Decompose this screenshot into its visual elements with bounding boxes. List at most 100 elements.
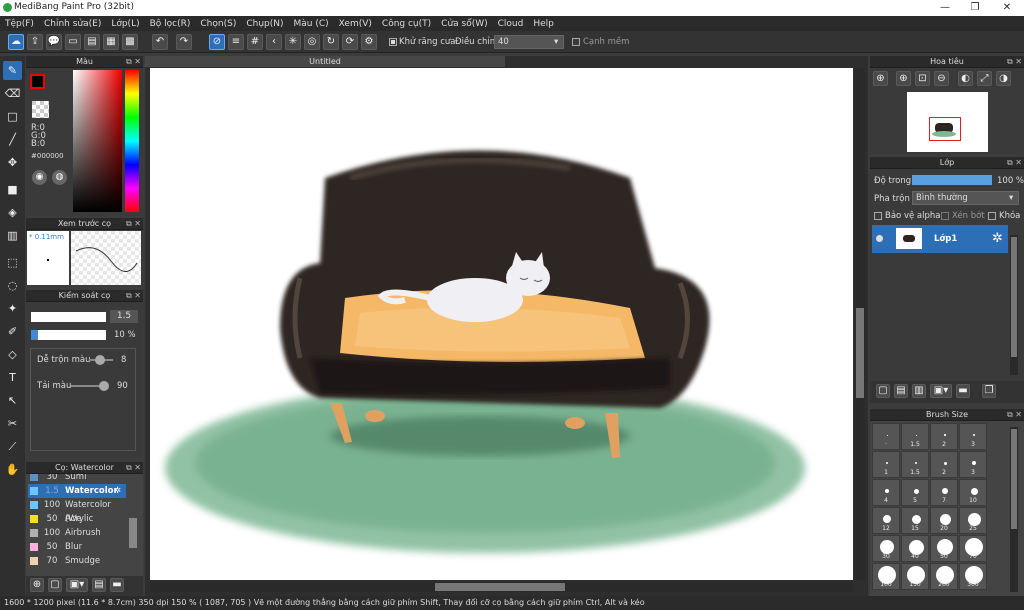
rotate-right-icon[interactable]: ◑ [996,71,1011,86]
brush-size-option[interactable]: 200 [930,563,958,590]
brush-size-option[interactable]: 1 [872,451,900,478]
folder-icon[interactable]: ▬ [110,578,124,592]
snap-off-icon[interactable]: ⊘ [209,34,225,50]
detach-icon[interactable]: ⧉ ✕ [126,56,141,68]
menu-file[interactable]: Tệp(F) [0,19,39,29]
brush-size-option[interactable]: 10 [959,479,987,506]
detach-icon[interactable]: ⧉ ✕ [126,290,141,302]
brush-size-option[interactable]: 2 [930,423,958,450]
parallel-snap-icon[interactable]: ≡ [228,34,244,50]
brush-size-option[interactable]: 30 [872,535,900,562]
copy-brush-icon[interactable]: ▤ [92,578,106,592]
bucket-tool-icon[interactable]: ◈ [3,203,22,222]
canvas-tab[interactable]: Untitled [145,56,505,67]
brush-size-option[interactable]: · [872,423,900,450]
list-item[interactable]: 30 Sumi [28,474,126,484]
navigator-preview[interactable] [907,92,988,152]
menu-tools[interactable]: Công cụ(T) [377,19,436,29]
protect-alpha-checkbox[interactable] [874,212,882,220]
eraser-tool-icon[interactable]: ⌫ [3,84,22,103]
gear-icon[interactable]: ✲ [992,231,1003,246]
flip-icon[interactable]: ⤢ [977,71,992,86]
undo-icon[interactable]: ↶ [152,34,168,50]
menu-filter[interactable]: Bộ lọc(R) [145,19,196,29]
menu-edit[interactable]: Chỉnh sửa(E) [39,19,106,29]
layer-scrollbar[interactable] [1010,235,1018,375]
operation-tool-icon[interactable]: ↖ [3,391,22,410]
detach-icon[interactable]: ⧉ ✕ [1007,157,1022,169]
ellipse-snap-icon[interactable]: ⟳ [342,34,358,50]
new-layer-icon[interactable]: ▢ [876,384,890,398]
folder-icon[interactable]: ▬ [956,384,970,398]
paint-load-slider[interactable] [71,381,109,391]
list-item[interactable]: 70 Smudge [28,554,126,568]
drawing-canvas[interactable] [150,68,853,580]
zoom-out-icon[interactable]: ⊖ [934,71,949,86]
adjust-dropdown[interactable]: 40 ▾ [494,35,564,49]
gradient-tool-icon[interactable]: ▥ [3,226,22,245]
brush-size-option[interactable]: 12 [872,507,900,534]
saturation-value-picker[interactable] [73,70,122,212]
comment-icon[interactable]: ▭ [65,34,81,50]
lock-checkbox[interactable] [988,212,996,220]
brush-size-option[interactable]: 5 [901,479,929,506]
vertical-scrollbar[interactable] [855,68,865,580]
fill-rect-tool-icon[interactable]: ■ [3,180,22,199]
duplicate-layer-icon[interactable]: ❐ [982,384,996,398]
brush-size-option[interactable]: 70 [959,535,987,562]
upload-icon[interactable]: ⇪ [27,34,43,50]
brush-size-option[interactable]: 7 [930,479,958,506]
horizontal-scroll-thumb[interactable] [435,583,565,591]
hue-slider[interactable] [125,70,139,212]
detach-icon[interactable]: ⧉ ✕ [1007,56,1022,68]
magic-wand-tool-icon[interactable]: ✦ [3,299,22,318]
palette-icon[interactable]: ◉ [32,170,47,185]
antialias-checkbox[interactable] [389,38,397,46]
brush-size-option[interactable]: 1.5 [901,423,929,450]
viewport-indicator[interactable] [929,117,961,141]
menu-layer[interactable]: Lớp(L) [106,19,144,29]
minimize-button[interactable]: — [930,0,960,16]
menu-select[interactable]: Chọn(S) [195,19,241,29]
layer-row[interactable]: Lớp1 ✲ [872,225,1008,253]
menu-view[interactable]: Xem(V) [334,19,377,29]
brush-size-option[interactable]: 100 [872,563,900,590]
brush-list-scrollbar[interactable] [129,518,137,548]
redo-icon[interactable]: ↷ [176,34,192,50]
color-set-icon[interactable]: ◍ [52,170,67,185]
eyedropper-tool-icon[interactable]: ⟋ [3,437,22,456]
brush-size-option[interactable]: 50 [930,535,958,562]
soft-edge-checkbox[interactable] [572,38,580,46]
menu-help[interactable]: Help [528,19,559,29]
brush-size-slider[interactable] [31,312,106,322]
circle-snap-icon[interactable]: ◎ [304,34,320,50]
brush-size-option[interactable]: 4 [872,479,900,506]
brush-size-option[interactable]: 20 [930,507,958,534]
list-item-selected[interactable]: 1.5 Watercolor ✲ [28,484,126,498]
gear-icon[interactable]: ✲ [114,484,121,498]
select-pen-tool-icon[interactable]: ✐ [3,322,22,341]
brush-size-option[interactable]: 150 [901,563,929,590]
menu-window[interactable]: Cửa sổ(W) [436,19,492,29]
select-eraser-tool-icon[interactable]: ◇ [3,345,22,364]
blend-slider[interactable] [89,355,113,365]
menu-cloud[interactable]: Cloud [493,19,529,29]
brush-size-option[interactable]: 3 [959,451,987,478]
close-button[interactable]: ✕ [992,0,1022,16]
curve-snap-icon[interactable]: ↻ [323,34,339,50]
lasso-tool-icon[interactable]: ◌ [3,276,22,295]
layer-opacity-slider[interactable] [912,175,992,185]
text-tool-icon[interactable]: T [3,368,22,387]
brush-opacity-slider[interactable] [31,330,106,340]
brush-size-option[interactable]: 1.5 [901,451,929,478]
brush-size-option[interactable]: 2 [930,451,958,478]
brush-size-option[interactable]: 300 [959,563,987,590]
divide-tool-icon[interactable]: ✂ [3,414,22,433]
brush-menu-icon[interactable]: ▣▾ [66,578,88,592]
zoom-in-icon[interactable]: ⊕ [873,71,888,86]
add-brush-icon[interactable]: ⊕ [30,578,44,592]
speech-bubble-icon[interactable]: 💬 [46,34,62,50]
detach-icon[interactable]: ⧉ ✕ [126,462,141,474]
eye-icon[interactable] [876,235,883,242]
grid-icon[interactable]: ▩ [122,34,138,50]
